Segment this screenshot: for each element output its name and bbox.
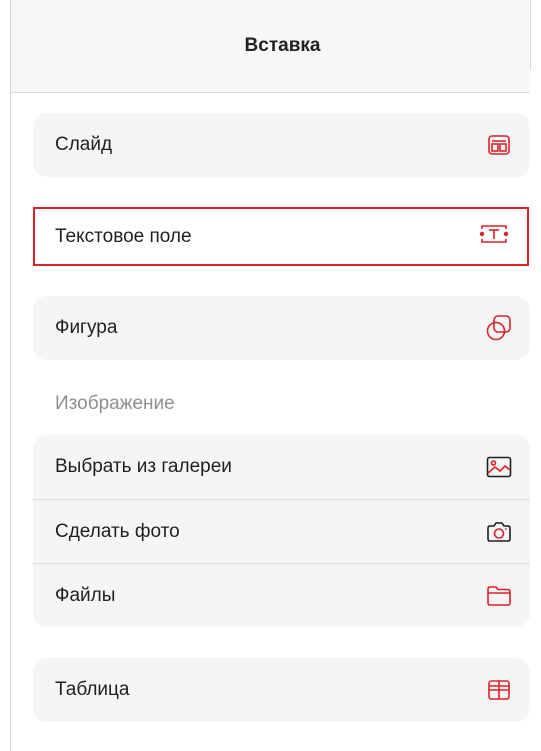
insert-slide-item[interactable]: Слайд	[33, 113, 530, 177]
panel-title: Вставка	[244, 35, 321, 56]
panel-left-edge	[10, 0, 11, 751]
take-photo-label: Сделать фото	[55, 520, 180, 542]
slide-label: Слайд	[55, 134, 113, 155]
take-photo-item[interactable]: Сделать фото	[33, 499, 530, 563]
image-group: Выбрать из галереи Сделать фото Файлы	[33, 435, 530, 627]
text-field-label: Текстовое поле	[55, 225, 192, 247]
image-section-label: Изображение	[55, 393, 175, 414]
insert-table-item[interactable]: Таблица	[33, 658, 530, 722]
table-icon	[486, 677, 512, 703]
gallery-item[interactable]: Выбрать из галереи	[33, 435, 530, 499]
table-group: Таблица	[33, 658, 530, 722]
files-label: Файлы	[55, 584, 116, 606]
shape-group: Фигура	[33, 296, 530, 360]
slide-layout-icon	[486, 132, 512, 158]
shape-icon	[486, 315, 512, 341]
camera-icon	[486, 519, 512, 545]
folder-icon	[486, 583, 512, 609]
files-item[interactable]: Файлы	[33, 563, 530, 627]
slide-group: Слайд	[33, 113, 530, 177]
panel-right-edge	[530, 0, 531, 70]
insert-shape-item[interactable]: Фигура	[33, 296, 530, 360]
text-box-icon	[479, 222, 509, 252]
image-gallery-icon	[486, 454, 512, 480]
shape-label: Фигура	[55, 317, 118, 338]
insert-panel-header: Вставка	[11, 0, 530, 93]
gallery-label: Выбрать из галереи	[55, 456, 232, 477]
table-label: Таблица	[55, 679, 130, 700]
insert-text-field-item[interactable]: Текстовое поле	[33, 207, 529, 266]
